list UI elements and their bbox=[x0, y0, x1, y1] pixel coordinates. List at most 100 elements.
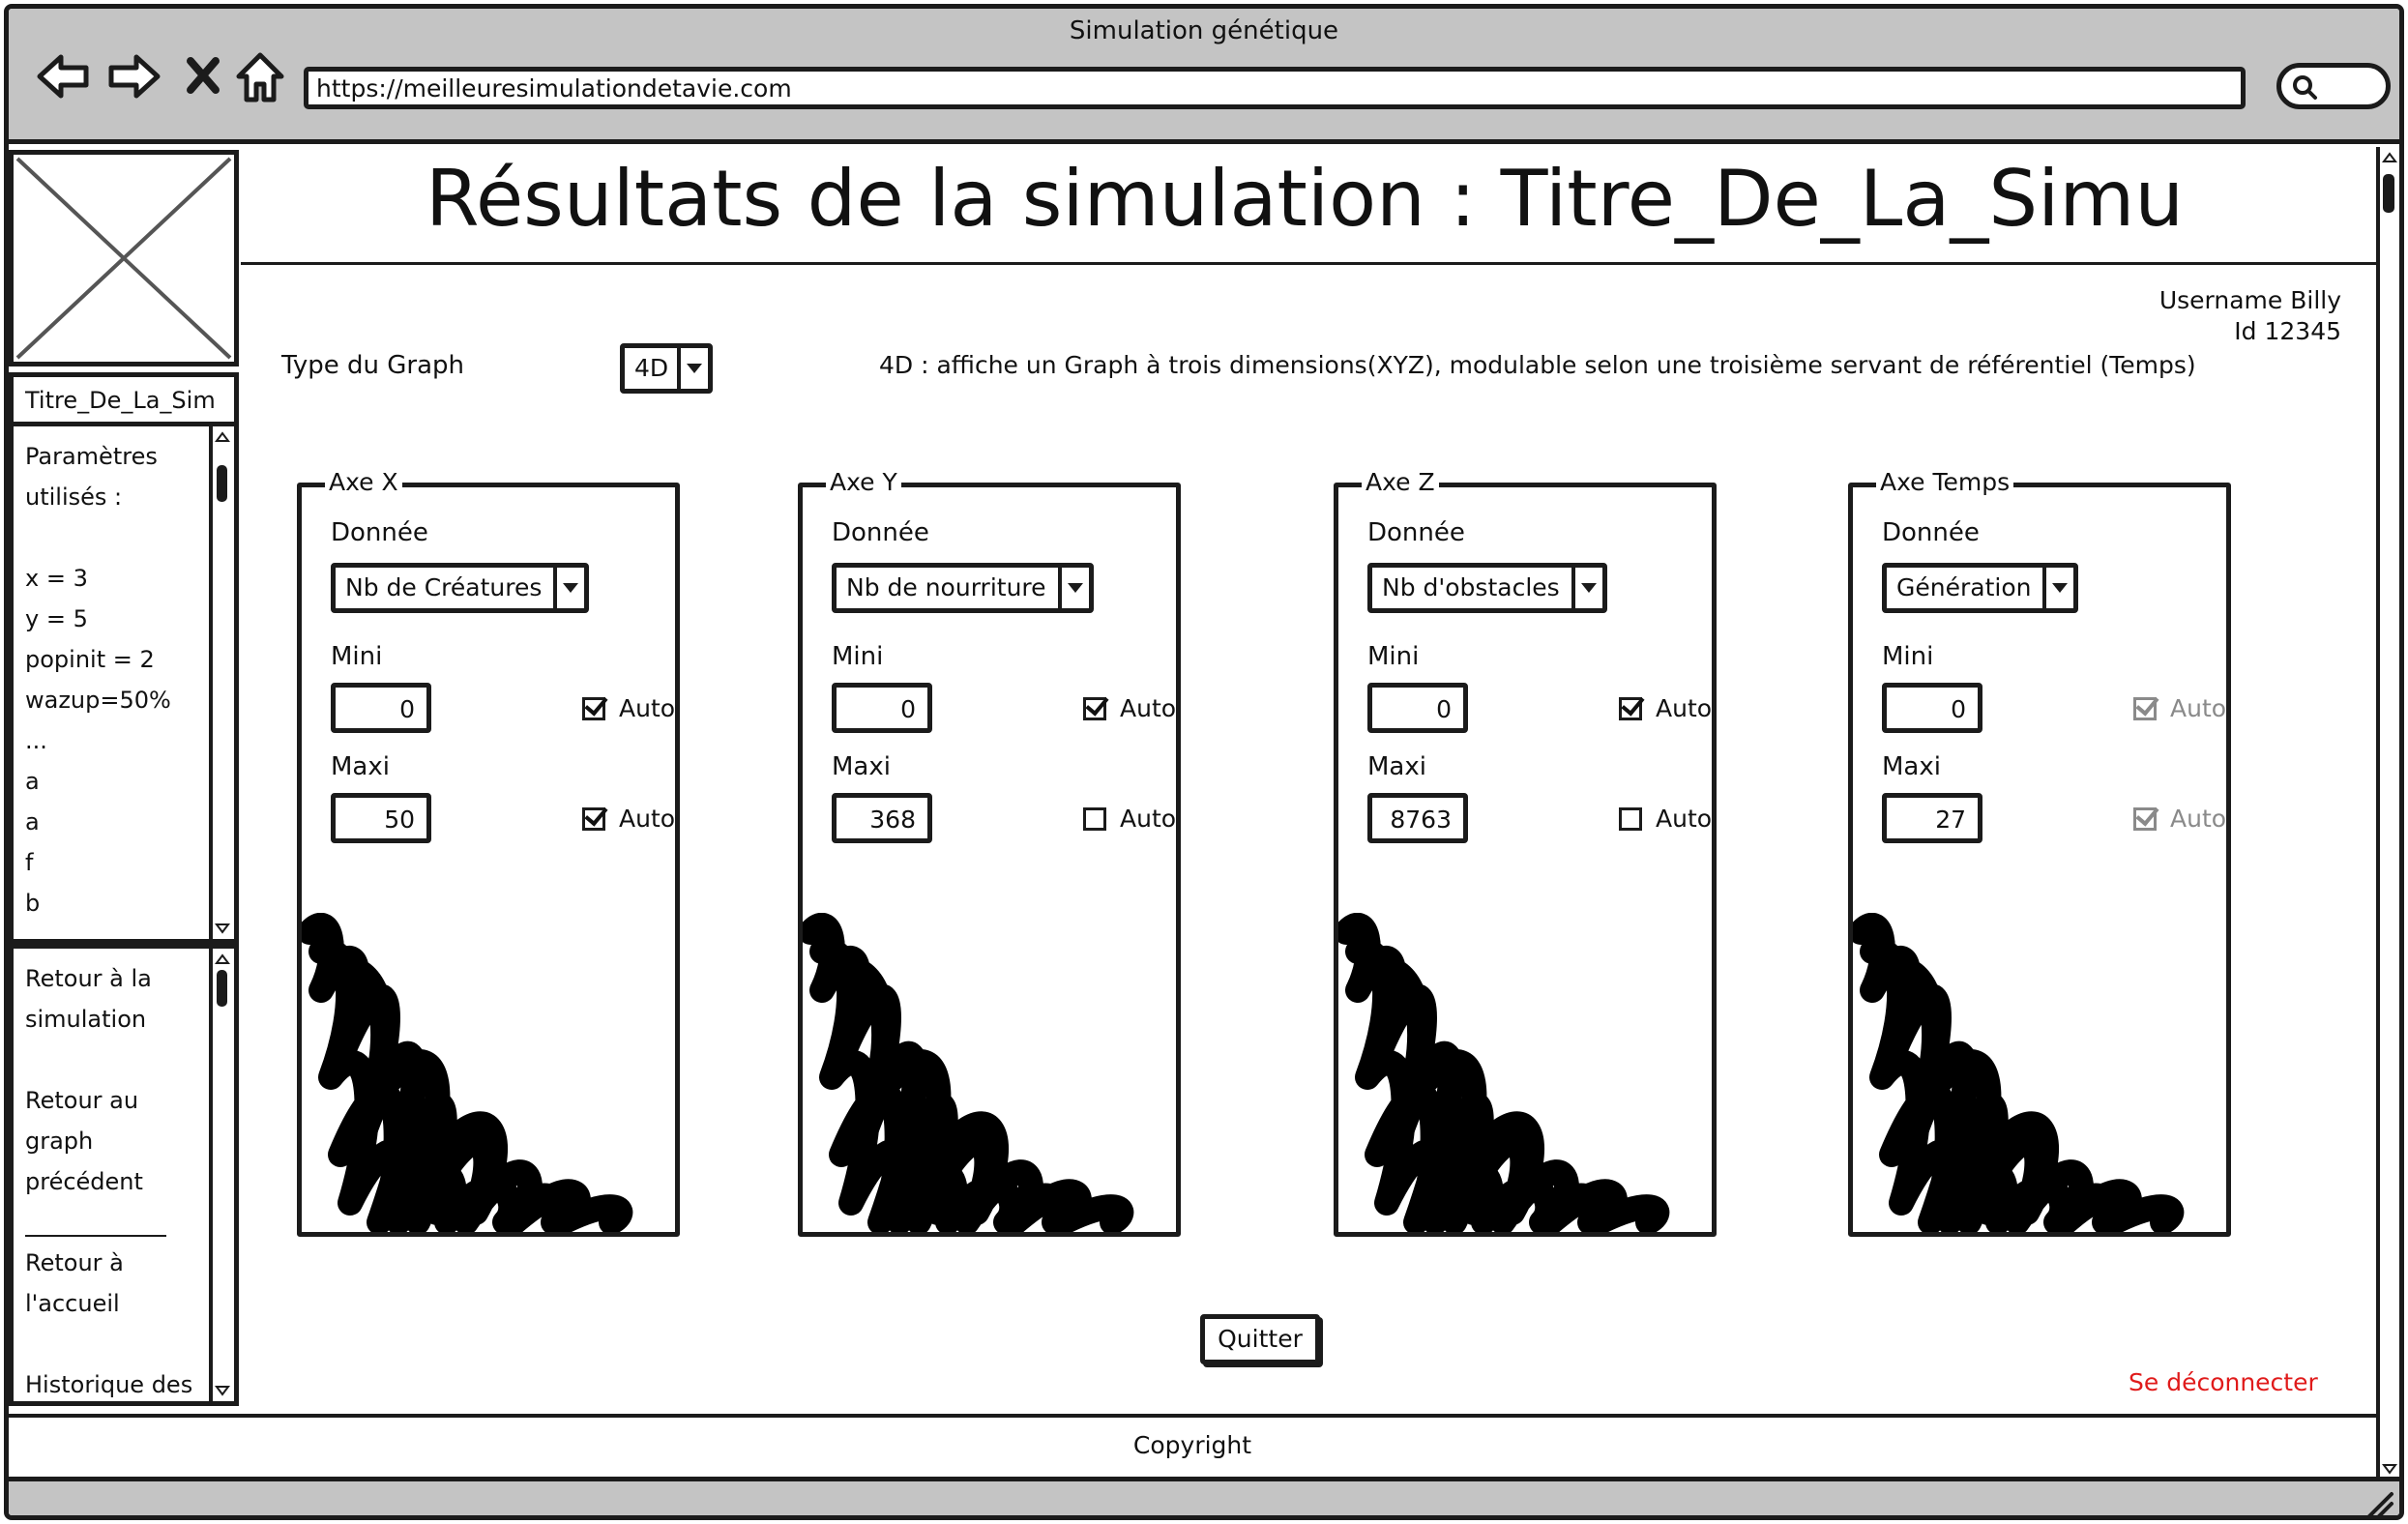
mini-input[interactable]: 0 bbox=[331, 683, 431, 733]
logout-link[interactable]: Se déconnecter bbox=[2129, 1368, 2318, 1396]
axis-legend: Axe Temps bbox=[1876, 468, 2014, 496]
nav-item[interactable]: simulation bbox=[25, 999, 203, 1040]
axis-data-value: Génération bbox=[1896, 573, 2032, 601]
parameter-line: f bbox=[25, 849, 34, 876]
maxi-input[interactable]: 8763 bbox=[1367, 793, 1468, 843]
data-label: Donnée bbox=[832, 518, 929, 547]
mini-label: Mini bbox=[1882, 642, 1934, 671]
checkbox-icon bbox=[582, 697, 605, 720]
auto-label: Auto bbox=[2170, 805, 2227, 833]
auto-label: Auto bbox=[1120, 694, 1177, 722]
nav-item[interactable]: graph bbox=[25, 1121, 203, 1161]
home-icon[interactable] bbox=[231, 47, 289, 105]
graph-placeholder-scribble bbox=[803, 913, 1134, 1232]
axis-data-select[interactable]: Nb de nourriture bbox=[832, 563, 1094, 613]
axis-data-value: Nb de nourriture bbox=[846, 573, 1046, 601]
parameters-scrollbar[interactable] bbox=[209, 426, 234, 939]
scroll-up-icon[interactable] bbox=[214, 951, 231, 968]
browser-window: Simulation génétique https://meilleuresi… bbox=[4, 4, 2404, 1520]
mini-input[interactable]: 0 bbox=[1367, 683, 1468, 733]
nav-item[interactable]: précédent bbox=[25, 1161, 203, 1202]
stop-icon[interactable] bbox=[175, 47, 233, 105]
resize-grip-icon[interactable] bbox=[2363, 1488, 2395, 1520]
graph-type-description: 4D : affiche un Graph à trois dimensions… bbox=[879, 351, 2196, 379]
quit-button[interactable]: Quitter bbox=[1200, 1314, 1320, 1364]
mini-auto-checkbox[interactable]: Auto bbox=[1083, 694, 1176, 722]
nav-item[interactable] bbox=[25, 1324, 203, 1364]
graph-type-select[interactable]: 4D bbox=[620, 343, 713, 394]
data-label: Donnée bbox=[1367, 518, 1465, 547]
sidebar-simulation-tab[interactable]: Titre_De_La_Sim bbox=[9, 372, 239, 428]
maxi-input[interactable]: 50 bbox=[331, 793, 431, 843]
back-icon[interactable] bbox=[34, 47, 92, 105]
user-info: Username Billy Id 12345 bbox=[2159, 285, 2341, 347]
browser-search-field[interactable] bbox=[2276, 63, 2391, 109]
checkbox-icon bbox=[1083, 807, 1106, 831]
graph-placeholder-scribble bbox=[1338, 913, 1670, 1232]
page-title: Résultats de la simulation : Titre_De_La… bbox=[425, 154, 2185, 244]
mini-label: Mini bbox=[331, 642, 383, 671]
nav-item[interactable]: Retour au bbox=[25, 1080, 203, 1121]
page-scroll-thumb[interactable] bbox=[2383, 174, 2394, 213]
page-scrollbar[interactable] bbox=[2376, 147, 2399, 1480]
nav-item[interactable]: l'accueil bbox=[25, 1283, 203, 1324]
maxi-auto-checkbox[interactable]: Auto bbox=[1619, 805, 1712, 833]
navigation-scrollbar[interactable] bbox=[209, 949, 234, 1401]
axis-data-select[interactable]: Nb d'obstacles bbox=[1367, 563, 1607, 613]
scroll-up-icon[interactable] bbox=[2381, 149, 2398, 166]
nav-item[interactable]: Retour à bbox=[25, 1243, 203, 1283]
maxi-label: Maxi bbox=[832, 752, 891, 781]
auto-label: Auto bbox=[619, 694, 676, 722]
maxi-auto-checkbox[interactable]: Auto bbox=[1083, 805, 1176, 833]
parameter-line: wazup=50% bbox=[25, 687, 171, 714]
user-id-label: Id 12345 bbox=[2234, 317, 2341, 345]
nav-item[interactable] bbox=[25, 1040, 203, 1080]
nav-item[interactable]: Historique des bbox=[25, 1364, 203, 1401]
mini-auto-checkbox[interactable]: Auto bbox=[582, 694, 675, 722]
chevron-down-icon[interactable] bbox=[677, 348, 708, 389]
graph-type-value: 4D bbox=[634, 354, 669, 382]
mini-label: Mini bbox=[1367, 642, 1420, 671]
browser-titlebar: Simulation génétique https://meilleuresi… bbox=[9, 9, 2399, 144]
data-label: Donnée bbox=[1882, 518, 1980, 547]
axis-legend: Axe Y bbox=[826, 468, 901, 496]
maxi-input[interactable]: 368 bbox=[832, 793, 932, 843]
username-label: Username Billy bbox=[2158, 286, 2341, 314]
parameters-list[interactable]: Paramètres utilisés : x = 3 y = 5 popinit = … bbox=[9, 422, 239, 944]
axis-panel: Axe Y Donnée Nb de nourriture Mini 0 Aut… bbox=[798, 468, 1181, 1237]
axis-data-select[interactable]: Nb de Créatures bbox=[331, 563, 590, 613]
parameter-line: y = 5 bbox=[25, 605, 88, 632]
checkbox-icon bbox=[2133, 807, 2157, 831]
graph-placeholder-scribble bbox=[1853, 913, 2185, 1232]
mini-auto-checkbox[interactable]: Auto bbox=[1619, 694, 1712, 722]
maxi-input[interactable]: 27 bbox=[1882, 793, 1982, 843]
scroll-down-icon[interactable] bbox=[2381, 1460, 2398, 1478]
chevron-down-icon[interactable] bbox=[1057, 568, 1089, 608]
maxi-auto-checkbox[interactable]: Auto bbox=[582, 805, 675, 833]
logo-image-placeholder bbox=[9, 150, 239, 366]
chevron-down-icon[interactable] bbox=[1571, 568, 1602, 608]
scroll-down-icon[interactable] bbox=[214, 1382, 231, 1399]
scroll-up-icon[interactable] bbox=[214, 428, 231, 446]
mini-input[interactable]: 0 bbox=[1882, 683, 1982, 733]
chevron-down-icon[interactable] bbox=[2042, 568, 2073, 608]
axis-panel: Axe Z Donnée Nb d'obstacles Mini 0 Auto … bbox=[1334, 468, 1717, 1237]
axis-legend: Axe Z bbox=[1362, 468, 1439, 496]
axis-data-select[interactable]: Génération bbox=[1882, 563, 2079, 613]
scroll-down-icon[interactable] bbox=[214, 920, 231, 937]
address-bar[interactable]: https://meilleuresimulationdetavie.com bbox=[304, 67, 2246, 109]
mini-input[interactable]: 0 bbox=[832, 683, 932, 733]
mini-auto-checkbox[interactable]: Auto bbox=[2133, 694, 2226, 722]
axis-panel: Axe X Donnée Nb de Créatures Mini 0 Auto… bbox=[297, 468, 680, 1237]
status-bar bbox=[9, 1477, 2399, 1520]
checkbox-icon bbox=[582, 807, 605, 831]
axis-data-value: Nb de Créatures bbox=[345, 573, 543, 601]
forward-icon[interactable] bbox=[105, 47, 163, 105]
nav-separator bbox=[25, 1235, 166, 1237]
graph-type-label: Type du Graph bbox=[281, 351, 464, 380]
maxi-auto-checkbox[interactable]: Auto bbox=[2133, 805, 2226, 833]
nav-item[interactable]: Retour à la bbox=[25, 958, 203, 999]
graph-placeholder-scribble bbox=[302, 913, 633, 1232]
chevron-down-icon[interactable] bbox=[553, 568, 584, 608]
checkbox-icon bbox=[1619, 807, 1642, 831]
